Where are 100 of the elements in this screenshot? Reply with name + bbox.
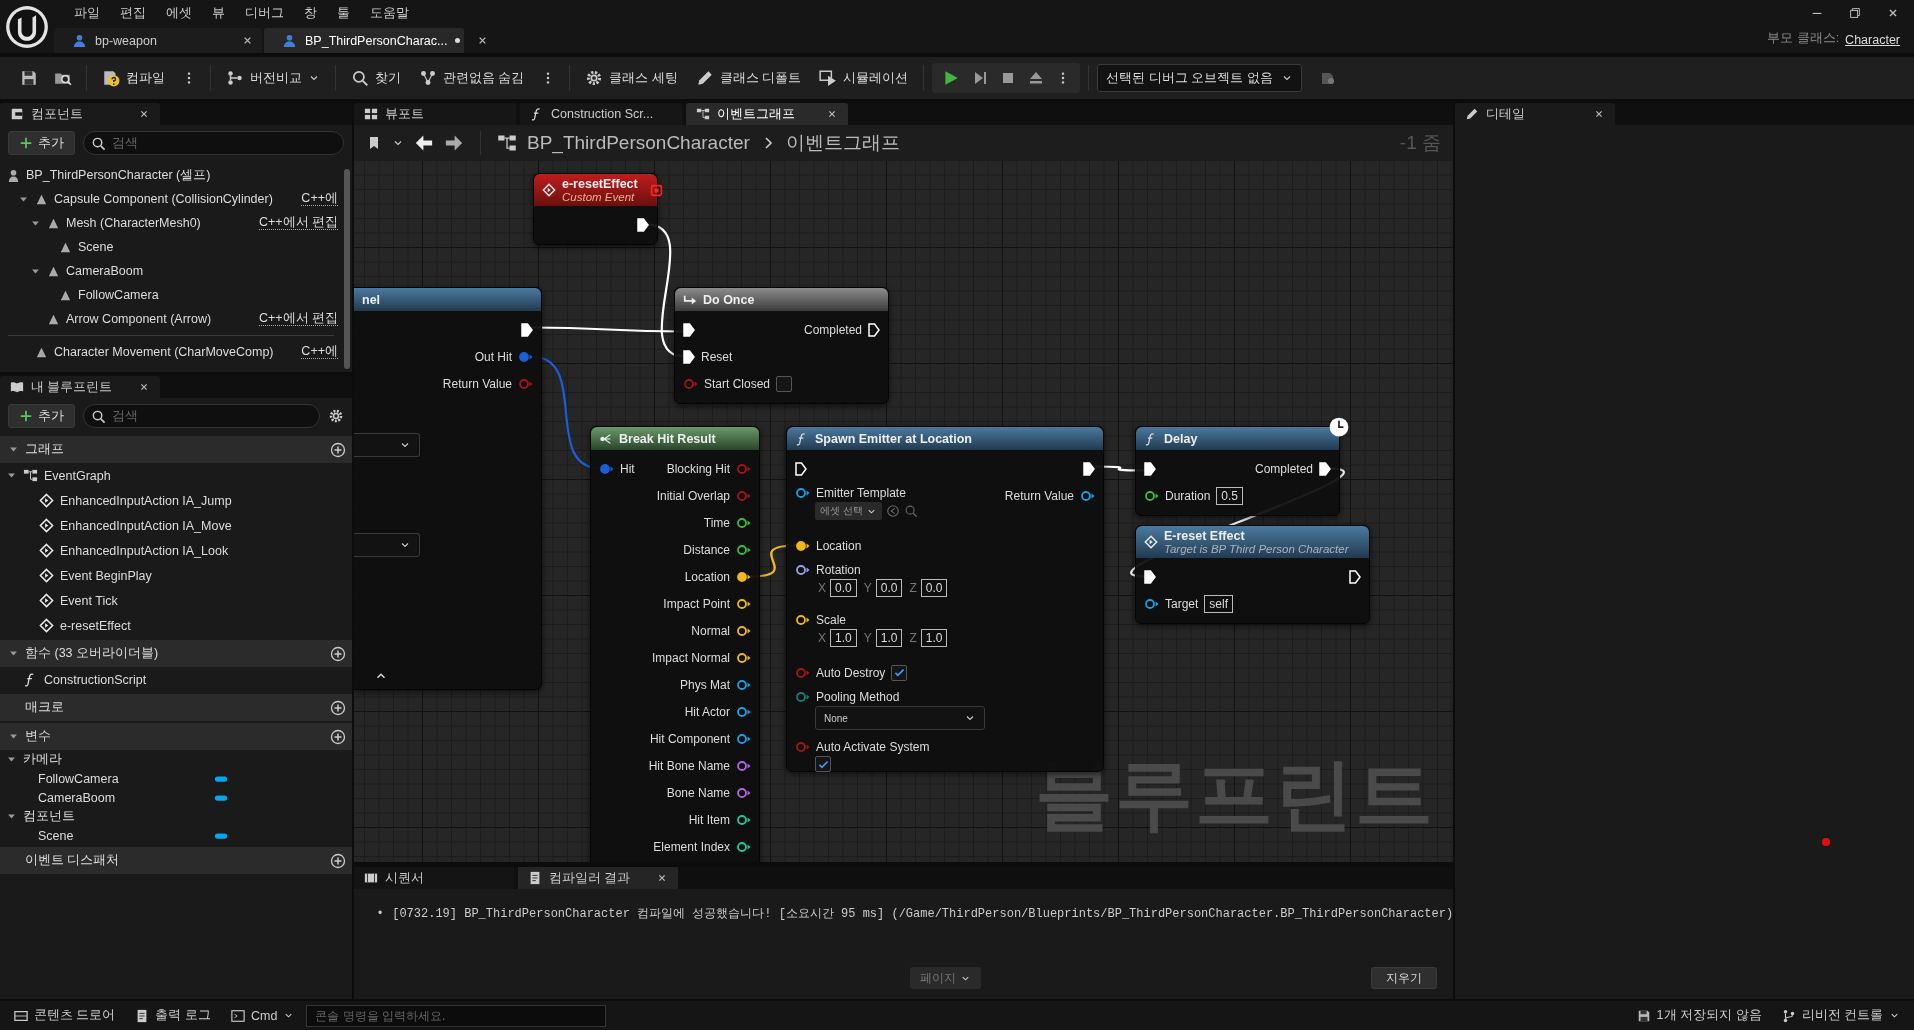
debug-filter-icon[interactable]: [1319, 70, 1336, 86]
status-button[interactable]: 리비전 컨트롤: [1773, 1002, 1908, 1029]
data-pin[interactable]: [736, 678, 751, 691]
close-icon[interactable]: [1593, 108, 1605, 120]
tree-item[interactable]: FollowCamera: [78, 288, 159, 302]
graph-tab[interactable]: 이벤트그래프: [686, 103, 848, 125]
variable-item[interactable]: CameraBoom: [22, 790, 208, 805]
menu-item[interactable]: 창: [294, 4, 327, 22]
value-field[interactable]: 1.0: [875, 629, 903, 647]
expand-arrow-icon[interactable]: [6, 470, 17, 481]
exec-pin[interactable]: [683, 349, 695, 364]
data-pin[interactable]: [795, 539, 810, 552]
expand-arrow-icon[interactable]: [8, 648, 19, 659]
toolbar-button[interactable]: 찾기: [344, 63, 408, 93]
value-field[interactable]: 0.5: [1216, 486, 1244, 505]
dropdown[interactable]: None: [815, 706, 985, 730]
menu-item[interactable]: 뷰: [202, 4, 235, 22]
panel-tab[interactable]: 내 블루프린트: [0, 376, 160, 398]
parent-class-link[interactable]: Character: [1845, 33, 1900, 47]
restore-icon[interactable]: [1848, 6, 1862, 20]
engine-logo[interactable]: [5, 4, 49, 49]
scrollbar[interactable]: [344, 169, 350, 369]
category-label[interactable]: 카메라: [23, 751, 62, 768]
exec-pin[interactable]: [1083, 461, 1095, 476]
close-icon[interactable]: [138, 381, 150, 393]
breadcrumb-item[interactable]: 이벤트그래프: [785, 130, 900, 156]
forward-arrow-icon[interactable]: [444, 133, 464, 153]
edit-link[interactable]: C++에서 편집: [258, 216, 338, 230]
exec-pin[interactable]: [868, 322, 880, 337]
list-item[interactable]: EnhancedInputAction IA_Move: [60, 518, 232, 533]
list-item[interactable]: Event Tick: [60, 593, 118, 608]
save-icon[interactable]: [20, 69, 38, 87]
menu-item[interactable]: 툴: [327, 4, 360, 22]
edit-link[interactable]: C++에서 편집: [258, 312, 338, 326]
category-label[interactable]: 컴포넌트: [23, 808, 75, 825]
variable-item[interactable]: Scene: [22, 828, 208, 843]
toolbar-button[interactable]: 클래스 세팅: [578, 63, 685, 93]
list-item[interactable]: EnhancedInputAction IA_Jump: [60, 493, 232, 508]
eject-icon[interactable]: [1028, 70, 1045, 86]
back-circle-icon[interactable]: [885, 504, 900, 518]
status-button[interactable]: Cmd: [222, 1002, 303, 1029]
debug-object-dropdown[interactable]: 선택된 디버그 오브젝트 없음: [1097, 64, 1302, 92]
toolbar-button[interactable]: 시뮬레이션: [812, 63, 916, 93]
exec-pin[interactable]: [637, 217, 649, 232]
panel-tab[interactable]: 컴파일러 결과: [518, 867, 678, 889]
close-icon[interactable]: [656, 872, 668, 884]
menu-item[interactable]: 파일: [64, 4, 110, 22]
add-icon[interactable]: [330, 645, 346, 662]
variable-item[interactable]: FollowCamera: [22, 771, 208, 786]
value-field[interactable]: 1.0: [920, 629, 948, 647]
toolbar-button[interactable]: 관련없음 숨김: [412, 63, 532, 93]
tree-item[interactable]: Arrow Component (Arrow): [66, 312, 212, 326]
close-icon[interactable]: [138, 108, 150, 120]
tree-item[interactable]: Mesh (CharacterMesh0): [66, 216, 201, 230]
value-field[interactable]: self: [1204, 594, 1234, 613]
exec-pin[interactable]: [1319, 461, 1331, 476]
delegate-pin-icon[interactable]: [649, 183, 663, 197]
exec-pin[interactable]: [1349, 569, 1361, 584]
tree-item[interactable]: Capsule Component (CollisionCylinder): [54, 192, 273, 206]
expand-arrow-icon[interactable]: [6, 811, 17, 822]
panel-tab[interactable]: 시퀀서: [354, 867, 514, 889]
checkbox[interactable]: [776, 375, 793, 392]
value-field[interactable]: 0.0: [830, 579, 857, 597]
search-field[interactable]: 검색: [83, 131, 344, 155]
tree-item[interactable]: Scene: [78, 240, 114, 254]
data-pin[interactable]: [736, 516, 751, 529]
checkbox[interactable]: [815, 756, 831, 772]
menu-item[interactable]: 편집: [110, 4, 156, 22]
menu-item[interactable]: 에셋: [156, 4, 202, 22]
list-item[interactable]: Event BeginPlay: [60, 568, 152, 583]
status-button[interactable]: 콘텐츠 드로어: [6, 1002, 124, 1029]
toolbar-button[interactable]: 버전비교: [219, 63, 327, 93]
clear-button[interactable]: 지우기: [1371, 967, 1437, 989]
status-button[interactable]: 1개 저장되지 않음: [1628, 1002, 1770, 1029]
data-pin[interactable]: [795, 614, 810, 626]
data-pin[interactable]: [736, 543, 751, 556]
add-button[interactable]: 추가: [8, 131, 75, 155]
list-item[interactable]: EventGraph: [44, 468, 111, 483]
data-pin[interactable]: [736, 705, 751, 718]
step-icon[interactable]: [972, 70, 989, 86]
exec-pin[interactable]: [521, 322, 533, 337]
search-icon[interactable]: [903, 504, 918, 518]
edit-link[interactable]: C++에: [301, 192, 338, 206]
asset-picker[interactable]: 에셋 선택: [815, 502, 882, 520]
data-pin[interactable]: [736, 759, 751, 772]
checkbox[interactable]: [891, 664, 908, 681]
exec-pin[interactable]: [683, 322, 695, 337]
data-pin[interactable]: [795, 564, 810, 576]
data-pin[interactable]: [1144, 489, 1159, 502]
tree-item[interactable]: CameraBoom: [66, 264, 144, 278]
value-field[interactable]: 1.0: [830, 629, 857, 647]
graph-tab[interactable]: Construction Scr...: [520, 103, 682, 125]
document-tab[interactable]: bp-weapon: [54, 28, 262, 53]
expand-arrow-icon[interactable]: [8, 444, 19, 455]
add-icon[interactable]: [330, 852, 346, 869]
data-pin[interactable]: [795, 487, 810, 499]
add-icon[interactable]: [330, 441, 346, 458]
toolbar-button[interactable]: 컴파일: [95, 63, 172, 93]
value-field[interactable]: 0.0: [875, 579, 903, 597]
graph-tab[interactable]: 뷰포트: [354, 103, 516, 125]
